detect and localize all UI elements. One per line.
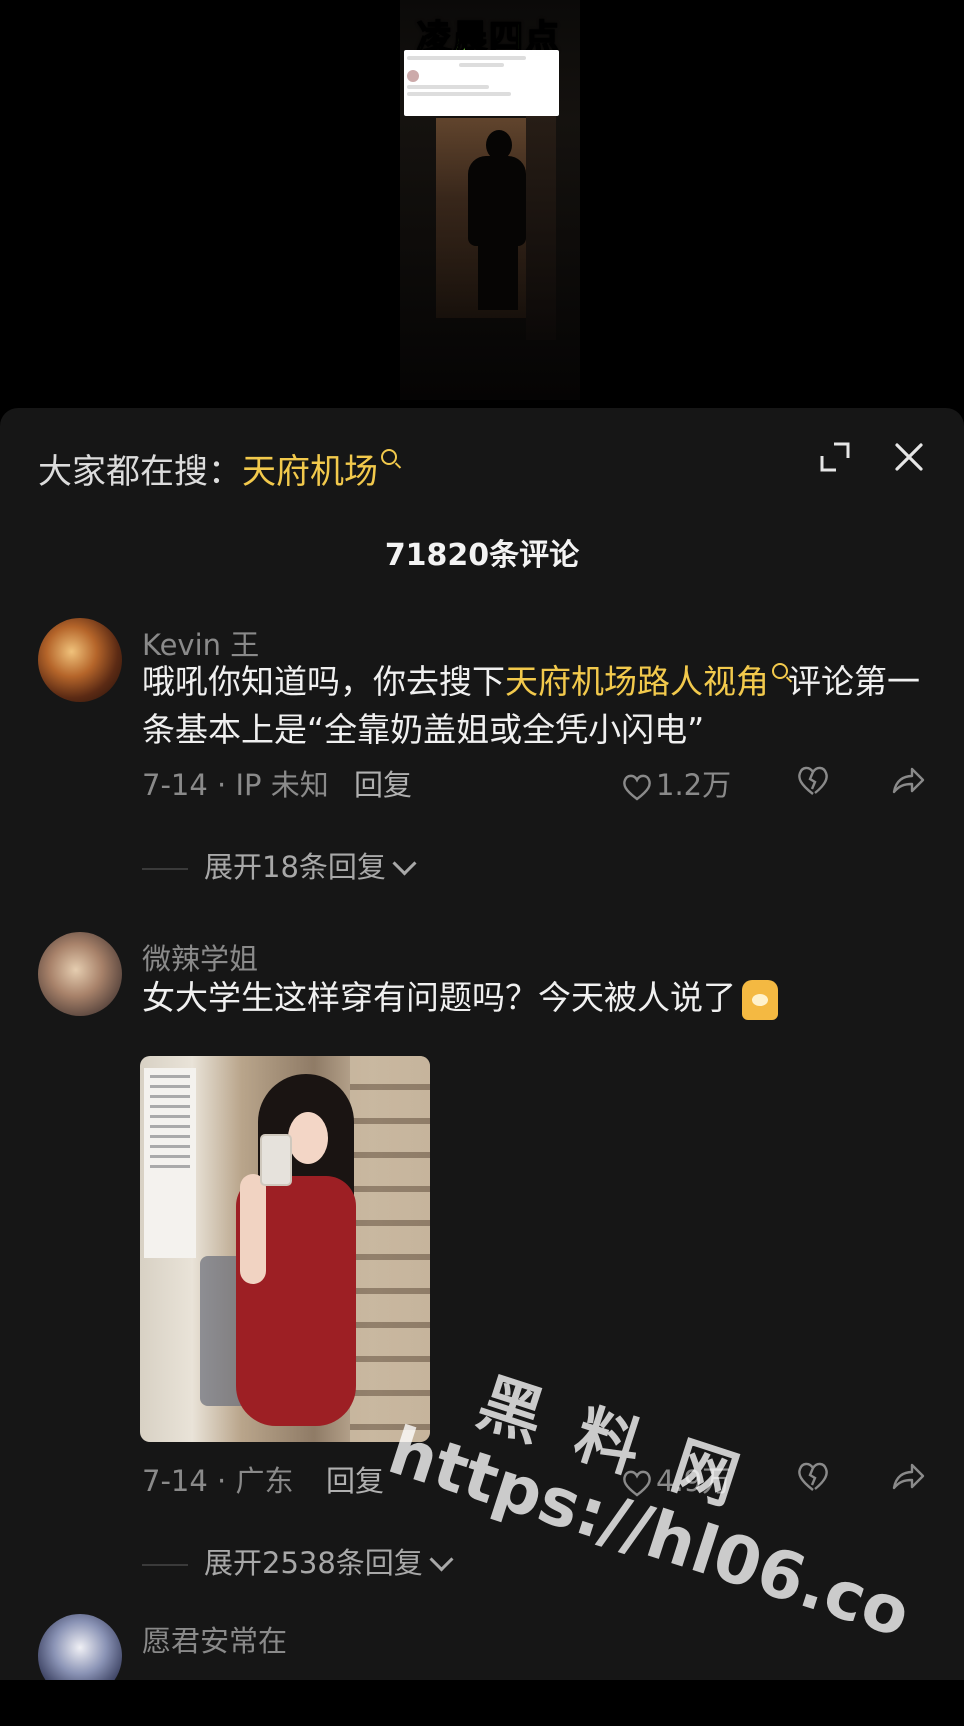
comment-count: 71820条评论: [384, 538, 580, 573]
broken-heart-icon[interactable]: [795, 1460, 831, 1494]
like-button[interactable]: 4.9万: [622, 1458, 731, 1500]
share-icon[interactable]: [890, 764, 926, 798]
heart-icon: [623, 774, 651, 801]
person-face: [288, 1112, 328, 1164]
reply-button[interactable]: 回复: [326, 1458, 384, 1500]
divider: [142, 1564, 188, 1566]
like-button[interactable]: 1.2万: [622, 762, 731, 804]
comment-username[interactable]: 愿君安常在: [142, 1618, 287, 1660]
embedded-comment-screenshot: [404, 50, 559, 116]
chevron-down-icon: [429, 1547, 454, 1572]
avatar[interactable]: [38, 618, 122, 702]
hot-search-keyword[interactable]: 天府机场: [242, 452, 378, 492]
person-arm: [240, 1174, 266, 1284]
like-count: 1.2万: [656, 768, 732, 802]
heart-icon: [623, 1470, 651, 1497]
wall-notice: [144, 1068, 196, 1258]
bear-emoji-icon: [742, 979, 778, 1020]
share-icon[interactable]: [890, 1460, 926, 1494]
door-panel: [526, 110, 556, 340]
bunk-ladder: [350, 1056, 430, 1442]
comment-text-part: 女大学生这样穿有问题吗？今天被人说了: [142, 978, 736, 1017]
person-silhouette-legs: [478, 240, 518, 310]
broken-heart-icon[interactable]: [795, 764, 831, 798]
search-link[interactable]: 天府机场路人视角: [505, 662, 769, 701]
comment-username[interactable]: 微辣学姐: [142, 936, 258, 978]
like-count: 4.9万: [656, 1464, 732, 1498]
search-icon: [772, 663, 788, 679]
comment-text: 女大学生这样穿有问题吗？今天被人说了: [142, 974, 922, 1022]
hot-search-prefix: 大家都在搜：: [38, 452, 242, 492]
hot-search-bar[interactable]: 大家都在搜：天府机场: [38, 444, 397, 493]
expand-replies-button[interactable]: 展开2538条回复: [142, 1540, 454, 1582]
expand-icon[interactable]: [818, 440, 852, 474]
avatar[interactable]: [38, 932, 122, 1016]
divider: [142, 868, 188, 870]
video-preview[interactable]: 凌晨四点: [0, 0, 964, 420]
expand-replies-label: 展开2538条回复: [204, 1546, 423, 1580]
comments-panel: 大家都在搜：天府机场 71820条评论 Kevin 王 哦吼你知道吗，你去搜下天…: [0, 408, 964, 1680]
comment-meta: 7-14 · IP 未知: [142, 768, 329, 802]
avatar[interactable]: [38, 1614, 122, 1680]
comment-image[interactable]: [140, 1056, 430, 1442]
comment-meta: 7-14 · 广东: [142, 1464, 294, 1498]
comment-text-part: 哦吼你知道吗，你去搜下: [142, 662, 505, 701]
expand-replies-label: 展开18条回复: [204, 850, 386, 884]
person-silhouette-body: [468, 156, 526, 246]
expand-replies-button[interactable]: 展开18条回复: [142, 844, 417, 886]
search-icon: [381, 449, 397, 465]
comment-text: 哦吼你知道吗，你去搜下天府机场路人视角 评论第一条基本上是“全靠奶盖姐或全凭小闪电…: [142, 658, 922, 754]
chevron-down-icon: [392, 851, 417, 876]
close-icon[interactable]: [892, 440, 926, 474]
reply-button[interactable]: 回复: [354, 762, 412, 804]
phone: [260, 1134, 292, 1186]
